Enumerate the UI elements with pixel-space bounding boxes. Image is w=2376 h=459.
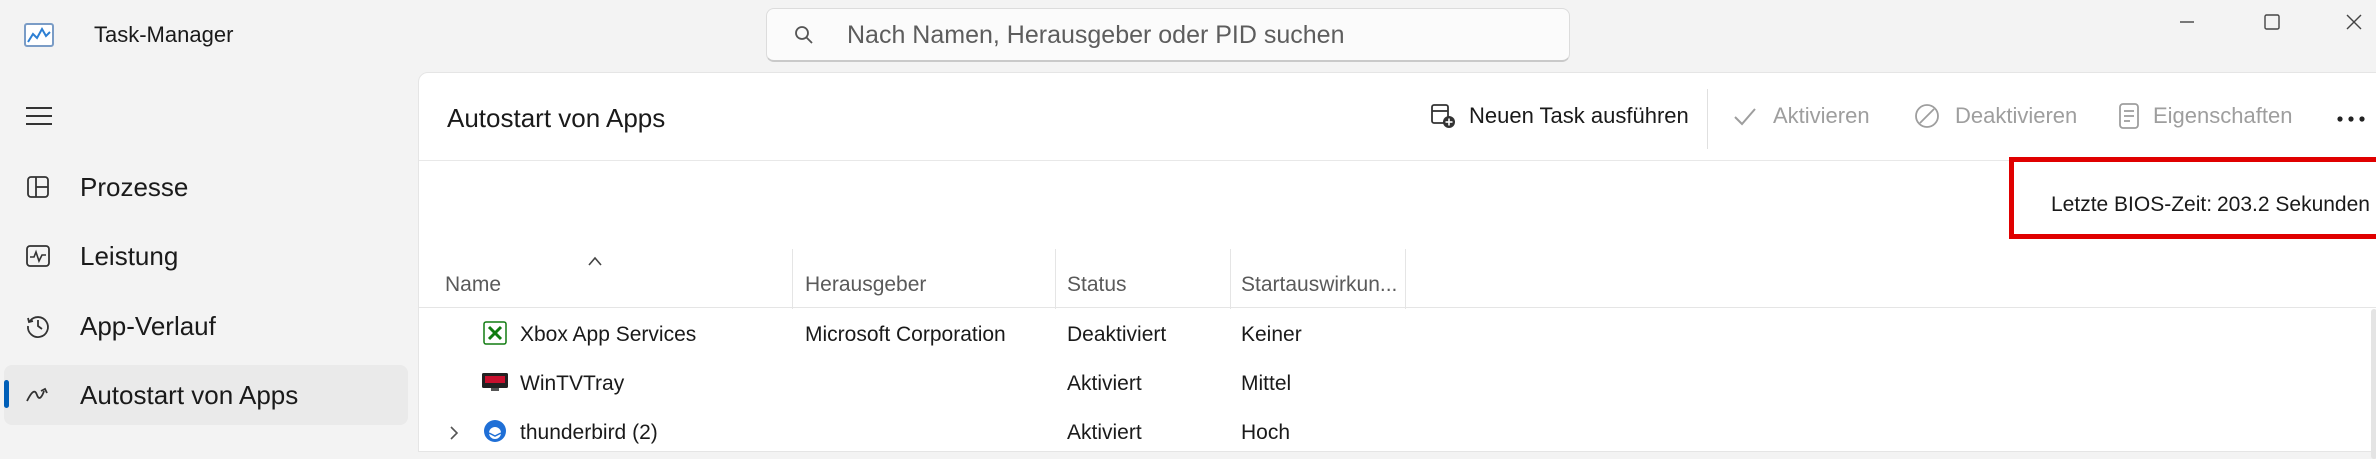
wintv-icon [482,373,508,391]
column-separator[interactable] [1405,249,1406,309]
new-task-button[interactable]: Neuen Task ausführen [1429,99,1689,139]
processes-icon [27,176,49,198]
sidebar-item-label: Autostart von Apps [80,380,299,410]
row-publisher: Microsoft Corporation [805,323,1006,346]
sidebar-item-label: App-Verlauf [80,311,216,341]
close-icon[interactable] [2342,10,2366,34]
row-impact: Mittel [1241,372,1292,395]
thunderbird-icon [484,420,506,442]
vertical-scrollbar[interactable] [2371,309,2376,459]
search-input[interactable]: Nach Namen, Herausgeber oder PID suchen [766,8,1570,62]
properties-button[interactable]: Eigenschaften [2115,99,2295,139]
properties-icon [2119,103,2139,129]
disable-icon [1915,104,1939,128]
sidebar-item-label: Leistung [80,241,179,271]
enable-button[interactable]: Aktivieren [1731,99,1871,139]
table-row[interactable]: Xbox App Services Microsoft Corporation … [419,313,2369,359]
checkmark-icon [1734,108,1756,126]
row-impact: Keiner [1241,323,1302,346]
sidebar-item-leistung[interactable]: Leistung [4,226,408,286]
maximize-icon[interactable] [2260,10,2284,34]
minimize-icon[interactable] [2175,10,2199,34]
row-status: Deaktiviert [1067,323,1167,346]
sidebar-item-app-verlauf[interactable]: App-Verlauf [4,296,408,356]
page-title: Autostart von Apps [447,103,666,133]
content-panel: Autostart von Apps Neuen Task ausführen … [418,72,2376,459]
sidebar-item-label: Prozesse [80,172,189,202]
column-separator[interactable] [1055,249,1056,309]
disable-label: Deaktivieren [1955,103,2078,128]
column-separator[interactable] [792,249,793,309]
table-row[interactable]: WinTVTray Aktiviert Mittel [419,362,2369,408]
sidebar-item-autostart[interactable]: Autostart von Apps [4,365,408,425]
new-task-icon [1431,104,1455,128]
search-icon [795,26,813,44]
column-header-publisher[interactable]: Herausgeber [805,273,926,297]
xbox-icon [483,321,507,345]
task-manager-icon [24,23,54,47]
row-status: Aktiviert [1067,421,1142,444]
startup-icon [26,387,48,402]
sidebar-item-prozesse[interactable]: Prozesse [4,157,408,217]
column-header-startup-impact[interactable]: Startauswirkun... [1241,273,1397,297]
column-header-status[interactable]: Status [1067,273,1127,297]
history-icon [27,316,49,338]
new-task-label: Neuen Task ausführen [1469,103,1689,128]
row-impact: Hoch [1241,421,1291,444]
active-indicator [4,380,9,408]
disable-button[interactable]: Deaktivieren [1913,99,2083,139]
performance-icon [26,245,50,267]
row-name: Xbox App Services [520,323,697,346]
table-row[interactable]: thunderbird (2) Aktiviert Hoch [419,411,2369,457]
properties-label: Eigenschaften [2153,103,2293,128]
row-status: Aktiviert [1067,372,1142,395]
row-name: WinTVTray [520,372,625,395]
row-name: thunderbird (2) [520,421,658,444]
search-placeholder: Nach Namen, Herausgeber oder PID suchen [847,21,1345,49]
chevron-right-icon[interactable] [447,425,461,441]
column-separator[interactable] [1230,249,1231,309]
more-options-icon[interactable] [2335,107,2367,131]
toolbar-divider [1707,89,1708,149]
app-title: Task-Manager [94,22,234,47]
sort-ascending-icon[interactable] [587,255,603,267]
highlight-box [2009,157,2376,239]
enable-label: Aktivieren [1773,103,1870,128]
hamburger-menu-icon[interactable] [24,104,54,128]
column-header-name[interactable]: Name [445,273,501,297]
table-header-divider [419,307,2376,308]
